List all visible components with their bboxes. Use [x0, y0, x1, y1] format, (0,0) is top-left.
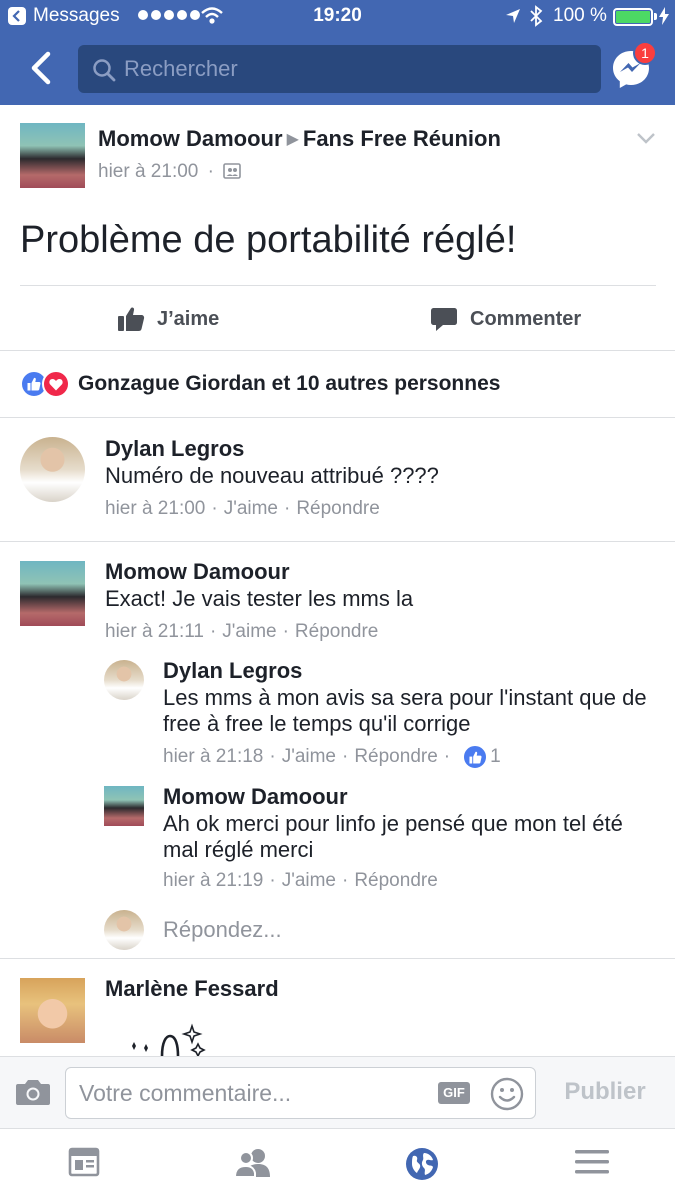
- divider: [0, 958, 675, 959]
- notifications-globe-icon[interactable]: [405, 1147, 439, 1181]
- comment-meta: hier à 21:00 · J'aime · Répondre: [105, 498, 380, 520]
- post-meta: hier à 21:00 ·: [98, 161, 242, 183]
- reply-author-name[interactable]: Momow Damoour: [163, 784, 348, 810]
- commenter-name[interactable]: Marlène Fessard: [105, 976, 279, 1002]
- search-icon: [93, 59, 116, 82]
- comment-reply-link[interactable]: Répondre: [296, 498, 379, 520]
- divider: [0, 541, 675, 542]
- shared-to-arrow-icon: ▶: [286, 131, 299, 148]
- reply-meta: hier à 21:19 · J'aime · Répondre: [163, 870, 438, 892]
- messenger-badge: 1: [633, 41, 657, 65]
- like-button[interactable]: J’aime: [117, 302, 219, 336]
- reactions-summary-text: Gonzague Giordan et 10 autres personnes: [78, 372, 501, 395]
- post-author-name[interactable]: Momow Damoour: [98, 126, 283, 151]
- like-label: J’aime: [157, 307, 220, 330]
- reaction-count-value: 1: [490, 746, 501, 767]
- camera-icon[interactable]: [15, 1078, 51, 1106]
- search-bar[interactable]: [78, 45, 601, 93]
- comment-text: Numéro de nouveau attribué ????: [105, 463, 439, 488]
- reply-reply-link[interactable]: Répondre: [354, 746, 437, 768]
- reply-like-link[interactable]: J'aime: [282, 870, 336, 892]
- comment-button[interactable]: Commenter: [430, 302, 581, 336]
- post-text: Problème de portabilité réglé!: [20, 219, 517, 261]
- comment-composer: GIF Publier: [0, 1056, 675, 1129]
- news-feed-icon[interactable]: [68, 1147, 100, 1177]
- menu-icon[interactable]: [575, 1147, 609, 1177]
- comment-bubble-icon: [431, 308, 457, 331]
- top-navigation-bar: Messages 19:20 100 % Rechercher 1: [0, 0, 675, 105]
- comment-reply-link[interactable]: Répondre: [295, 621, 378, 643]
- sticker-sparkle-icon: [132, 1023, 206, 1056]
- group-audience-icon: [223, 163, 242, 179]
- reply-reply-link[interactable]: Répondre: [354, 870, 437, 892]
- charging-bolt-icon: [659, 7, 669, 25]
- reply-reaction-count[interactable]: 1: [462, 744, 501, 770]
- commenter-name[interactable]: Dylan Legros: [105, 436, 244, 462]
- gif-button[interactable]: GIF: [438, 1082, 470, 1104]
- battery-percent: 100 %: [553, 5, 607, 26]
- divider: [0, 350, 675, 351]
- comment-input[interactable]: [79, 1068, 429, 1118]
- comment-timestamp[interactable]: hier à 21:11: [105, 621, 204, 643]
- post-group-name[interactable]: Fans Free Réunion: [303, 126, 501, 151]
- back-chevron-icon[interactable]: [26, 50, 56, 86]
- divider: [20, 285, 656, 286]
- bottom-tab-bar: [0, 1129, 675, 1200]
- commenter-avatar[interactable]: [20, 437, 85, 502]
- reply-avatar[interactable]: [104, 786, 144, 826]
- post-options-chevron-icon[interactable]: [636, 132, 656, 144]
- location-arrow-icon: [506, 9, 520, 23]
- reply-text: Les mms à mon avis sa sera pour l'instan…: [163, 685, 647, 736]
- divider: [0, 417, 675, 418]
- reactions-summary[interactable]: Gonzague Giordan et 10 autres personnes: [20, 368, 500, 400]
- reply-avatar[interactable]: [104, 660, 144, 700]
- like-reaction-icon: [462, 744, 489, 770]
- commenter-avatar[interactable]: [20, 561, 85, 626]
- current-user-avatar: [104, 910, 144, 950]
- thumbs-up-icon: [118, 307, 145, 331]
- commenter-name[interactable]: Momow Damoour: [105, 559, 290, 585]
- commenter-avatar[interactable]: [20, 978, 85, 1043]
- reply-author-name[interactable]: Dylan Legros: [163, 658, 302, 684]
- reply-meta: hier à 21:18 · J'aime · Répondre · 1: [163, 744, 501, 770]
- post-timestamp[interactable]: hier à 21:00: [98, 161, 198, 182]
- bluetooth-icon: [530, 5, 543, 27]
- reply-timestamp[interactable]: hier à 21:19: [163, 870, 263, 892]
- comment-like-link[interactable]: J'aime: [224, 498, 278, 520]
- publish-button[interactable]: Publier: [545, 1078, 665, 1106]
- love-reaction-icon: [42, 370, 70, 398]
- post-author-line: Momow Damoour ▶ Fans Free Réunion: [98, 126, 501, 152]
- post-author-avatar[interactable]: [20, 123, 85, 188]
- reply-like-link[interactable]: J'aime: [282, 746, 336, 768]
- search-input[interactable]: [124, 45, 584, 93]
- reply-text: Ah ok merci pour linfo je pensé que mon …: [163, 811, 623, 862]
- battery-icon: [613, 8, 653, 26]
- battery-tip: [654, 13, 657, 20]
- comment-timestamp[interactable]: hier à 21:00: [105, 498, 205, 520]
- comment-meta: hier à 21:11 · J'aime · Répondre: [105, 621, 379, 643]
- reply-prompt[interactable]: Répondez...: [163, 917, 282, 943]
- comment-like-link[interactable]: J'aime: [222, 621, 276, 643]
- friends-icon[interactable]: [234, 1147, 272, 1177]
- comment-label: Commenter: [470, 307, 582, 330]
- comment-input-box[interactable]: GIF: [65, 1067, 536, 1119]
- sticker-smiley-icon[interactable]: [490, 1077, 524, 1111]
- reply-timestamp[interactable]: hier à 21:18: [163, 746, 263, 768]
- comment-text: Exact! Je vais tester les mms la: [105, 586, 414, 611]
- status-bar: Messages 19:20 100 %: [0, 0, 675, 34]
